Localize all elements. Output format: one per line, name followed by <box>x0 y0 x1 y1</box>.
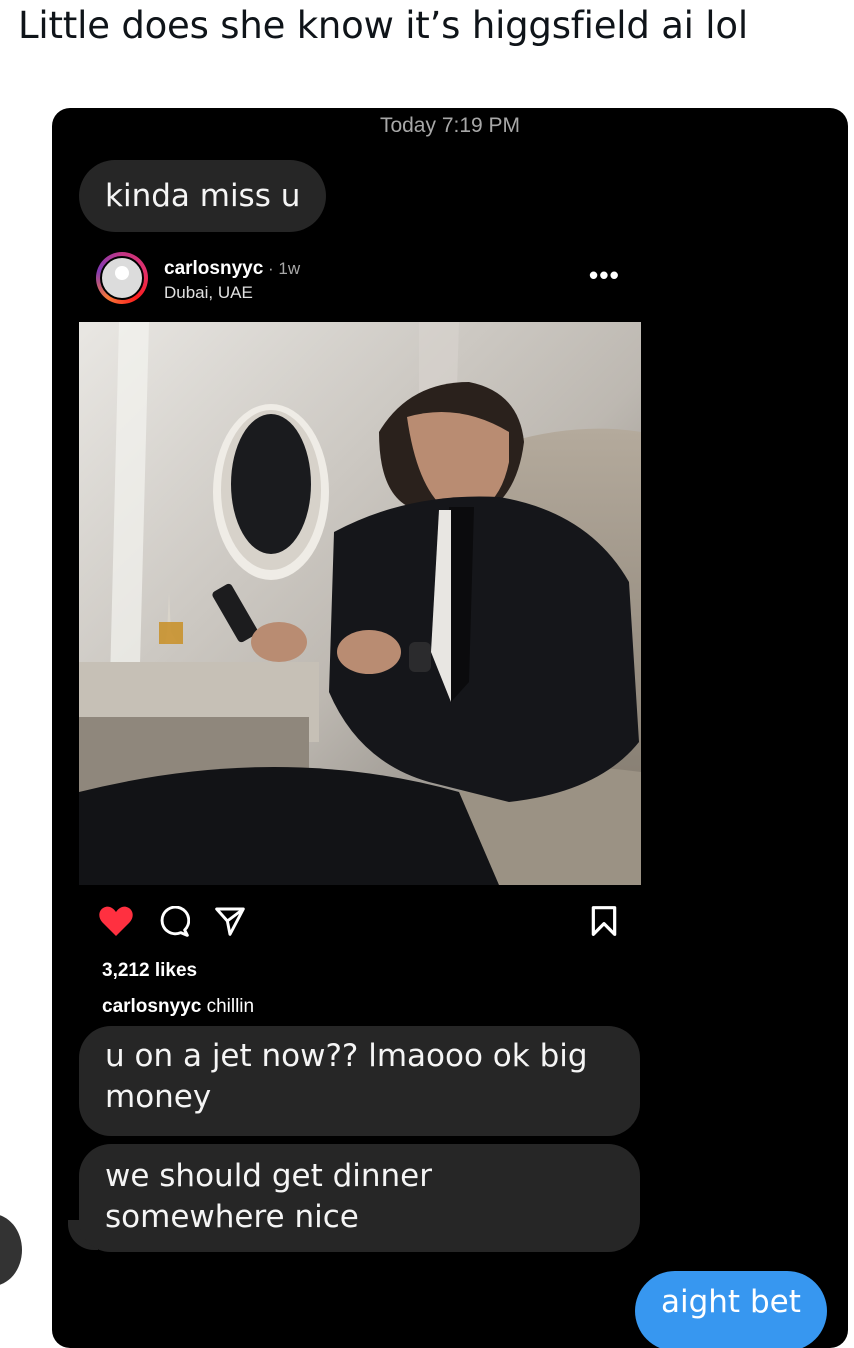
message-bubble-sent[interactable]: aight bet <box>635 1271 827 1348</box>
message-text: u on a jet now?? lmaooo ok big money <box>105 1038 588 1115</box>
post-username[interactable]: carlosnyyc <box>164 258 263 279</box>
caption-username[interactable]: carlosnyyc <box>102 996 201 1017</box>
dm-screenshot: Today 7:19 PM kinda miss u carlosnyyc · … <box>52 108 848 1348</box>
heart-icon[interactable] <box>98 904 134 938</box>
message-text: kinda miss u <box>105 177 301 214</box>
message-text: aight bet <box>661 1284 801 1320</box>
tweet-text: Little does she know it’s higgsfield ai … <box>18 4 748 47</box>
message-timestamp: Today 7:19 PM <box>379 114 521 137</box>
post-image[interactable] <box>79 322 641 885</box>
avatar-story-ring[interactable] <box>96 252 148 304</box>
shared-post-header[interactable]: carlosnyyc · 1w Dubai, UAE • • • <box>96 250 636 310</box>
post-location[interactable]: Dubai, UAE <box>164 283 253 303</box>
message-bubble-received[interactable]: kinda miss u <box>79 160 327 232</box>
post-likes[interactable]: 3,212 likes <box>102 960 197 982</box>
post-user-line: carlosnyyc · 1w <box>164 258 300 280</box>
message-text: we should get dinner somewhere nice <box>105 1158 432 1235</box>
post-time-ago: 1w <box>278 259 301 278</box>
caption-text: chillin <box>201 996 255 1017</box>
avatar <box>100 256 144 300</box>
post-actions <box>98 904 620 940</box>
message-bubble-received[interactable]: we should get dinner somewhere nice <box>79 1144 640 1252</box>
post-caption: carlosnyyc chillin <box>102 996 254 1018</box>
bookmark-icon[interactable] <box>590 905 618 937</box>
comment-icon[interactable] <box>158 906 190 938</box>
more-icon[interactable]: • • • <box>589 260 619 291</box>
post-separator: · <box>263 259 279 278</box>
message-bubble-received[interactable]: u on a jet now?? lmaooo ok big money <box>79 1026 640 1136</box>
share-icon[interactable] <box>214 905 246 937</box>
scroll-button[interactable] <box>0 1214 22 1286</box>
